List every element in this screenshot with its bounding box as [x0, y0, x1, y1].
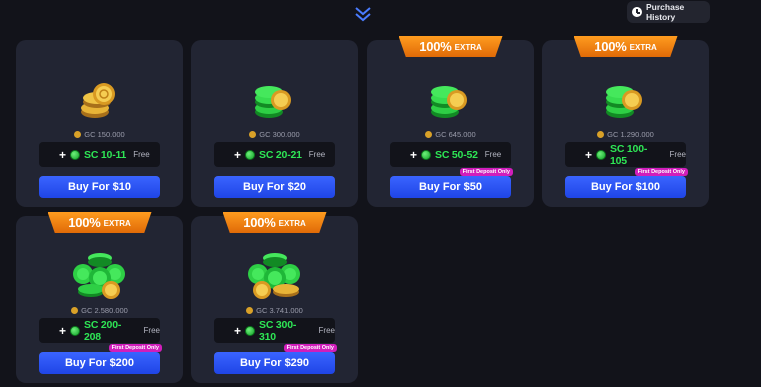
sc-bonus-row: + SC 50-52 Free: [390, 142, 511, 167]
sweep-coin-icon: [70, 149, 81, 160]
free-label: Free: [669, 150, 686, 159]
buy-button[interactable]: Buy For $50 First Deposit Only: [390, 168, 513, 198]
extra-ribbon: 100% EXTRA: [573, 36, 678, 57]
plus-icon: +: [234, 147, 242, 162]
clock-icon: [632, 7, 642, 17]
green-and-gold-coin-stack-icon: [430, 86, 467, 118]
gc-amount: GC 300.000: [191, 130, 358, 139]
sweep-coin-icon: [245, 325, 256, 336]
plus-icon: +: [59, 323, 67, 338]
gc-amount: GC 150.000: [16, 130, 183, 139]
gold-coin-icon: [597, 131, 605, 138]
green-and-gold-coin-stack-icon: [254, 86, 291, 118]
free-label: Free: [318, 326, 335, 335]
buy-button[interactable]: Buy For $200 First Deposit Only: [39, 344, 162, 374]
extra-ribbon: 100% EXTRA: [47, 212, 152, 233]
gc-amount: GC 2.580.000: [16, 306, 183, 315]
sweep-coin-icon: [245, 149, 256, 160]
package-card: 100% EXTRA GC 1.290.000 + SC 100-105 Fre…: [542, 36, 709, 207]
free-label: Free: [143, 326, 160, 335]
plus-icon: +: [410, 147, 418, 162]
double-chevron-down-icon[interactable]: [353, 5, 373, 23]
green-and-gold-coin-stack-icon: [605, 86, 642, 118]
plus-icon: +: [585, 147, 593, 162]
large-green-coin-pile-icon: [247, 253, 300, 299]
sc-bonus-row: + SC 100-105 Free: [565, 142, 686, 167]
buy-button[interactable]: Buy For $100 First Deposit Only: [565, 168, 688, 198]
gc-amount: GC 645.000: [367, 130, 534, 139]
buy-button[interactable]: Buy For $10: [39, 176, 160, 198]
sc-amount: SC 10-11: [84, 148, 127, 161]
first-deposit-badge: First Deposit Only: [108, 344, 162, 352]
sc-bonus-row: + SC 20-21 Free: [214, 142, 335, 167]
sweep-coin-icon: [421, 149, 432, 160]
gold-coin-icon: [71, 307, 79, 314]
free-label: Free: [133, 150, 150, 159]
sc-bonus-row: + SC 10-11 Free: [39, 142, 160, 167]
large-green-coin-pile-icon: [72, 253, 125, 299]
sc-amount: SC 100-105: [610, 142, 648, 167]
extra-ribbon: 100% EXTRA: [222, 212, 327, 233]
plus-icon: +: [59, 147, 67, 162]
buy-button[interactable]: Buy For $290 First Deposit Only: [214, 344, 337, 374]
first-deposit-badge: First Deposit Only: [283, 344, 337, 352]
sc-amount: SC 200-208: [84, 318, 122, 343]
free-label: Free: [484, 150, 502, 159]
sc-amount: SC 20-21: [259, 148, 302, 161]
package-card: 100% EXTRA GC 3.741.000 + SC 300-310 Fre…: [191, 212, 358, 383]
free-label: Free: [308, 150, 326, 159]
gold-coin-icon: [249, 131, 257, 138]
sc-amount: SC 50-52: [435, 148, 478, 161]
sweep-coin-icon: [596, 149, 607, 160]
package-card: 100% EXTRA GC 2.580.000 + SC 200-208 Fre…: [16, 212, 183, 383]
gc-amount: GC 3.741.000: [191, 306, 358, 315]
buy-button[interactable]: Buy For $20: [214, 176, 335, 198]
plus-icon: +: [234, 323, 242, 338]
purchase-history-label: Purchase History: [646, 2, 685, 22]
first-deposit-badge: First Deposit Only: [459, 168, 513, 176]
sc-amount: SC 300-310: [259, 318, 297, 343]
extra-ribbon: 100% EXTRA: [398, 36, 503, 57]
gold-coin-stack-icon: [80, 83, 115, 118]
gold-coin-icon: [74, 131, 82, 138]
sweep-coin-icon: [70, 325, 81, 336]
first-deposit-badge: First Deposit Only: [634, 168, 688, 176]
gc-amount: GC 1.290.000: [542, 130, 709, 139]
package-card: GC 300.000 + SC 20-21 Free Buy For $20: [191, 40, 358, 207]
gold-coin-icon: [246, 307, 254, 314]
package-card: 100% EXTRA GC 645.000 + SC 50-52 Free Bu…: [367, 36, 534, 207]
purchase-history-button[interactable]: Purchase History: [627, 1, 710, 23]
sc-bonus-row: + SC 300-310 Free: [214, 318, 335, 343]
sc-bonus-row: + SC 200-208 Free: [39, 318, 160, 343]
package-card: GC 150.000 + SC 10-11 Free Buy For $10: [16, 40, 183, 207]
gold-coin-icon: [425, 131, 433, 138]
